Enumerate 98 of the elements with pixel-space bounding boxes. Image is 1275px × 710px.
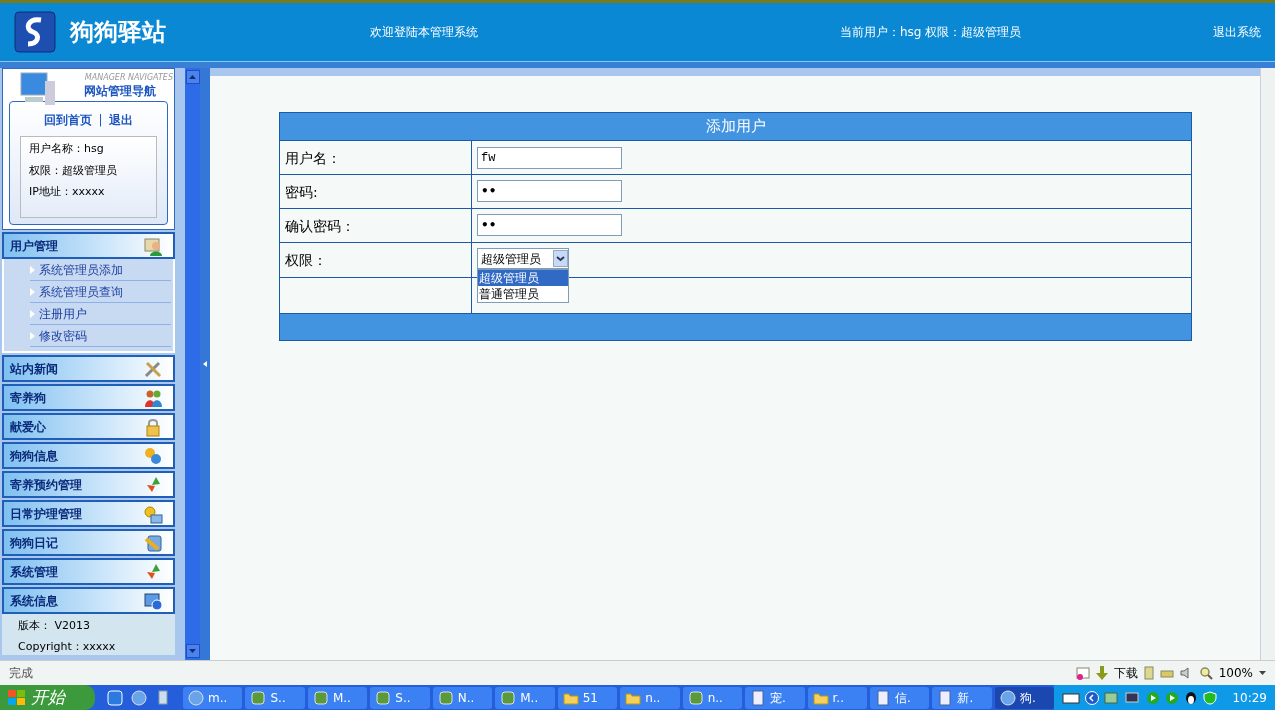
nav-title: 网站管理导航 — [84, 83, 157, 100]
globe-icon[interactable] — [131, 689, 147, 706]
menu-header[interactable]: 狗狗日记 — [2, 529, 175, 556]
field-label: 密码: — [279, 174, 472, 209]
welcome-text: 欢迎登陆本管理系统 — [370, 24, 479, 41]
taskbar-button[interactable]: N.. — [432, 686, 493, 709]
app-icon — [500, 689, 517, 706]
nav-subtitle: MANAGER NAVIGATES — [84, 74, 174, 82]
taskbar-button[interactable]: r.. — [807, 686, 867, 709]
download-text[interactable]: 下载 — [1113, 664, 1138, 682]
taskbar-button[interactable]: 新. — [932, 686, 992, 709]
document-icon — [875, 689, 891, 706]
chevron-left-icon[interactable] — [1085, 690, 1100, 705]
logo-icon — [14, 11, 56, 53]
scrollbar[interactable] — [1260, 68, 1275, 660]
down-arrow-icon — [189, 649, 196, 653]
document-icon — [750, 689, 767, 706]
triangle-icon — [30, 265, 35, 274]
menu-header[interactable]: 狗狗信息 — [2, 442, 175, 469]
triangle-icon — [30, 331, 35, 340]
status-text: 完成 — [9, 665, 33, 682]
user-info-text: 用户名称：hsg — [29, 141, 105, 157]
desktop-icon[interactable] — [155, 689, 171, 706]
zoom-level[interactable]: 100% — [1218, 664, 1253, 682]
taskbar-button[interactable]: n.. — [682, 686, 743, 709]
triangle-icon — [30, 287, 35, 296]
dropdown-option[interactable]: 超级管理员 — [478, 270, 568, 286]
password-field[interactable]: •• — [477, 214, 622, 236]
password-field[interactable]: •• — [477, 180, 622, 202]
taskbar-button[interactable]: n.. — [620, 686, 680, 709]
window-icon — [1075, 666, 1090, 680]
globe-icon — [188, 689, 204, 706]
globe-icon — [999, 689, 1016, 706]
system-info-text: Copyright：xxxxx — [18, 638, 117, 655]
menu-header[interactable]: 寄养狗 — [2, 384, 175, 411]
taskbar-button[interactable]: 51 — [557, 686, 618, 709]
user-info-text: IP地址：xxxxx — [29, 184, 106, 200]
menu-header[interactable]: 日常护理管理 — [2, 500, 175, 527]
play-icon[interactable] — [1146, 690, 1161, 705]
role-dropdown[interactable]: 超级管理员 — [477, 248, 569, 269]
scroll-down-button[interactable] — [185, 644, 200, 658]
menu-header[interactable]: 寄养预约管理 — [2, 471, 175, 498]
exit-link[interactable]: 退出 — [108, 111, 133, 129]
collapse-arrow-icon[interactable] — [203, 361, 207, 367]
monitor-icon[interactable] — [1125, 690, 1142, 705]
info-icon — [143, 590, 163, 611]
penguin-icon[interactable] — [1184, 690, 1199, 705]
logo-text: 狗狗驿站 — [70, 17, 167, 48]
scroll-up-button[interactable] — [185, 70, 200, 84]
taskbar-button[interactable]: 狗. — [994, 686, 1055, 709]
download-arrow-icon — [1095, 666, 1108, 680]
submenu-link[interactable]: 系统管理员添加 — [30, 259, 171, 281]
quick-launch-icon[interactable] — [107, 689, 123, 706]
taskbar-button[interactable]: M.. — [495, 686, 555, 709]
submenu-link[interactable]: 注册用户 — [30, 303, 171, 325]
submenu-link[interactable]: 修改密码 — [30, 325, 171, 347]
drive-icon — [1159, 668, 1174, 678]
zoom-icon — [1199, 666, 1213, 680]
field-label: 权限： — [279, 242, 472, 278]
taskbar-button[interactable]: S.. — [370, 686, 430, 709]
taskbar-button[interactable]: m.. — [183, 686, 243, 709]
padlock-icon — [143, 416, 163, 437]
system-info-text: 版本： V2013 — [18, 618, 91, 634]
server-icon — [1143, 666, 1154, 680]
taskbar-button[interactable]: S.. — [245, 686, 305, 709]
user-info-text: 权限：超级管理员 — [29, 162, 118, 179]
menu-header[interactable]: 站内新闻 — [2, 355, 175, 382]
app-icon — [375, 689, 392, 706]
separator-text: | — [98, 112, 103, 129]
menu-header[interactable]: 系统信息 — [2, 587, 175, 614]
app-icon — [312, 689, 329, 706]
taskbar-button[interactable]: 宠. — [745, 686, 805, 709]
triangle-icon — [30, 309, 35, 318]
windows-logo-icon — [8, 689, 26, 706]
logout-link[interactable]: 退出系统 — [1213, 23, 1261, 41]
menu-header[interactable]: 系统管理 — [2, 558, 175, 585]
form-title: 添加用户 — [279, 112, 1192, 141]
network-icon[interactable] — [1104, 690, 1121, 705]
username-field[interactable]: fw — [477, 147, 622, 169]
app-icon — [250, 689, 267, 706]
menu-header[interactable]: 用户管理 — [2, 232, 175, 259]
taskbar-button[interactable]: M.. — [307, 686, 368, 709]
current-user-text: 当前用户：hsg 权限：超级管理员 — [840, 24, 1023, 41]
app-icon — [687, 689, 704, 706]
clock: 10:29 — [1232, 689, 1267, 707]
start-button[interactable]: 开始 — [0, 685, 95, 710]
document-icon — [937, 689, 954, 706]
app-icon — [437, 689, 454, 706]
caret-icon[interactable] — [1259, 671, 1266, 675]
field-label: 用户名： — [279, 140, 472, 175]
menu-header[interactable]: 献爱心 — [2, 413, 175, 440]
up-arrow-icon — [189, 75, 196, 79]
keyboard-icon[interactable] — [1062, 691, 1081, 704]
submenu-link[interactable]: 系统管理员查询 — [30, 281, 171, 303]
user-card-icon — [143, 235, 163, 256]
taskbar-button[interactable]: 信. — [870, 686, 930, 709]
field-label: 确认密码： — [279, 208, 472, 243]
home-link[interactable]: 回到首页 — [44, 111, 93, 129]
